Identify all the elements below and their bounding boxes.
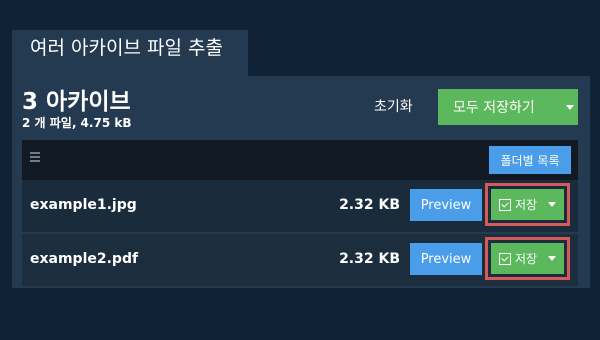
save-button[interactable]: 저장	[485, 183, 570, 226]
caret-down-icon[interactable]	[548, 202, 557, 207]
save-label: 저장	[515, 252, 538, 266]
tab-title: 여러 아카이브 파일 추출	[30, 37, 223, 59]
file-list-header: 폴더별 목록	[22, 140, 578, 180]
list-item: example2.pdf 2.32 KB Preview 저장	[22, 234, 578, 286]
save-label: 저장	[515, 198, 538, 212]
caret-down-icon[interactable]	[566, 104, 574, 110]
tab-extract-multiple-archives[interactable]: 여러 아카이브 파일 추출	[12, 30, 248, 76]
save-button-inner[interactable]: 저장	[491, 189, 564, 220]
download-icon	[499, 252, 511, 265]
hamburger-menu-icon[interactable]	[30, 152, 40, 162]
save-button-inner[interactable]: 저장	[491, 243, 564, 274]
save-all-label: 모두 저장하기	[453, 100, 535, 116]
file-size: 2.32 KB	[339, 251, 400, 267]
save-all-button[interactable]: 모두 저장하기	[438, 89, 578, 125]
file-name: example1.jpg	[30, 197, 137, 213]
save-button[interactable]: 저장	[485, 237, 570, 280]
preview-button[interactable]: Preview	[410, 243, 482, 275]
archive-meta: 2 개 파일, 4.75 kB	[22, 116, 132, 130]
folder-list-button[interactable]: 폴더별 목록	[489, 146, 571, 174]
preview-button[interactable]: Preview	[410, 189, 482, 221]
archive-count: 3 아카이브	[22, 89, 131, 115]
caret-down-icon[interactable]	[548, 256, 557, 261]
file-list: 폴더별 목록 example1.jpg 2.32 KB Preview 저장 e…	[22, 140, 578, 286]
file-size: 2.32 KB	[339, 197, 400, 213]
reset-button[interactable]: 초기화	[374, 96, 426, 115]
download-icon	[499, 198, 511, 211]
file-name: example2.pdf	[30, 251, 139, 267]
list-item: example1.jpg 2.32 KB Preview 저장	[22, 180, 578, 232]
